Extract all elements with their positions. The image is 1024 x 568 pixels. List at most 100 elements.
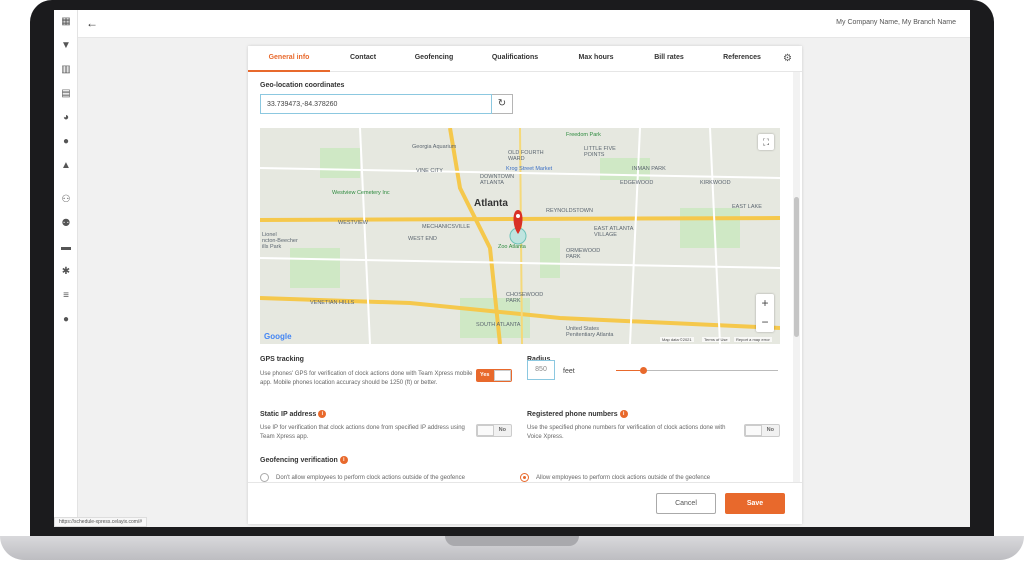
- toggle-knob: [494, 370, 511, 381]
- map[interactable]: Atlanta Georgia Aquarium Freedom Park LI…: [260, 128, 780, 344]
- tab-bill-rates[interactable]: Bill rates: [644, 54, 694, 61]
- map-label-krog: Krog Street Market: [506, 166, 553, 172]
- clipboard-icon[interactable]: ▤: [60, 88, 72, 100]
- static-ip-label-text: Static IP address: [260, 410, 317, 418]
- tab-references[interactable]: References: [714, 54, 770, 61]
- static-ip-toggle[interactable]: No: [476, 424, 512, 437]
- map-label-westview: WESTVIEW: [338, 220, 368, 226]
- phones-description: Use the specified phone numbers for veri…: [527, 425, 726, 440]
- map-label-atlanta: Atlanta: [474, 198, 508, 209]
- toggle-knob: [477, 425, 494, 436]
- list-icon[interactable]: ≡: [60, 290, 72, 302]
- gps-description: Use phones' GPS for verification of cloc…: [260, 371, 473, 386]
- tab-general-info[interactable]: General info: [248, 54, 330, 61]
- map-label-mechanicsville: MECHANICSVILLE: [422, 224, 470, 230]
- info-icon[interactable]: i: [318, 410, 327, 418]
- toggle-knob: [745, 425, 762, 436]
- map-label-little-five-points: LITTLE FIVE POINTS: [584, 146, 616, 158]
- refresh-icon: ↻: [497, 98, 507, 109]
- map-label-penitentiary: United States Penitentiary Atlanta: [566, 326, 614, 338]
- settings-icon[interactable]: ✱: [60, 266, 72, 278]
- briefcase-icon[interactable]: ▬: [60, 242, 72, 254]
- geofence-option-disallow[interactable]: [260, 473, 269, 482]
- google-logo: Google: [264, 332, 292, 341]
- map-label-old-fourth-ward: OLD FOURTH WARD: [508, 150, 544, 162]
- map-label-georgia-aquarium: Georgia Aquarium: [412, 144, 457, 150]
- geofence-label: Geofencing verification i: [260, 456, 348, 464]
- map-label-kirkwood: KIRKWOOD: [700, 180, 731, 186]
- laptop-notch: [445, 536, 579, 546]
- pie-chart-icon[interactable]: ◕: [60, 112, 72, 124]
- info-icon[interactable]: i: [339, 456, 348, 464]
- topbar: ← My Company Name, My Branch Name: [78, 10, 970, 38]
- status-bar-url: https://schedule-xpress.celayix.com/#: [54, 517, 148, 527]
- map-label-south-atlanta: SOUTH ATLANTA: [476, 322, 521, 328]
- geofence-label-text: Geofencing verification: [260, 456, 338, 464]
- tab-geofencing[interactable]: Geofencing: [406, 54, 462, 61]
- tab-qualifications[interactable]: Qualifications: [484, 54, 546, 61]
- footer-divider: [248, 482, 802, 483]
- gps-label: GPS tracking: [260, 356, 304, 363]
- refresh-button[interactable]: ↻: [492, 94, 513, 114]
- static-ip-label: Static IP address i: [260, 410, 327, 418]
- gear-icon[interactable]: ⚙: [783, 53, 792, 64]
- bar-chart-icon[interactable]: ▥: [60, 64, 72, 76]
- map-report-link[interactable]: Report a map error: [734, 337, 772, 342]
- phones-toggle[interactable]: No: [744, 424, 780, 437]
- map-data-credit: Map data ©2021: [660, 337, 694, 342]
- map-label-venetian-hills: VENETIAN HILLS: [310, 300, 355, 306]
- user-location-icon[interactable]: ⚉: [60, 218, 72, 230]
- bell-icon[interactable]: ▲: [60, 160, 72, 172]
- app-screen: ▦ ▼ ▥ ▤ ◕ ● ▲ ⚇ ⚉ ▬ ✱ ≡ ● ← My Company N…: [54, 10, 970, 527]
- grid-icon[interactable]: ▦: [60, 16, 72, 28]
- info-icon[interactable]: i: [619, 410, 628, 418]
- radius-input[interactable]: 850: [527, 360, 555, 380]
- map-label-ormewood: ORMEWOOD PARK: [566, 248, 601, 260]
- active-tab-indicator: [248, 70, 330, 72]
- phones-toggle-label: No: [766, 427, 774, 433]
- company-name: My Company Name, My Branch Name: [836, 19, 956, 26]
- map-label-reynoldstown: REYNOLDSTOWN: [546, 208, 593, 214]
- tab-contact[interactable]: Contact: [338, 54, 388, 61]
- map-label-zoo-atlanta: Zoo Atlanta: [498, 244, 526, 250]
- sidebar: ▦ ▼ ▥ ▤ ◕ ● ▲ ⚇ ⚉ ▬ ✱ ≡ ●: [54, 10, 78, 527]
- map-label-lionel: Lionel ncton-Beecher ills Park: [262, 232, 298, 250]
- map-label-westview-cemetery: Westview Cemetery Inc: [332, 190, 390, 196]
- static-ip-toggle-label: No: [498, 427, 506, 433]
- tab-bar: General info Contact Geofencing Qualific…: [248, 46, 802, 72]
- map-label-chosewood: CHOSEWOOD PARK: [506, 292, 544, 304]
- zoom-control: + −: [756, 294, 774, 332]
- details-panel: General info Contact Geofencing Qualific…: [248, 46, 802, 524]
- map-label-west-end: WEST END: [408, 236, 437, 242]
- gps-toggle-label: Yes: [480, 372, 490, 378]
- cancel-button[interactable]: Cancel: [656, 493, 716, 514]
- scroll-thumb[interactable]: [794, 197, 799, 337]
- gps-toggle[interactable]: Yes: [476, 369, 512, 382]
- tab-max-hours[interactable]: Max hours: [570, 54, 622, 61]
- zoom-in-button[interactable]: +: [756, 294, 774, 313]
- phones-label-text: Registered phone numbers: [527, 410, 618, 418]
- radius-slider-fill: [616, 370, 641, 371]
- users-icon[interactable]: ⚇: [60, 194, 72, 206]
- radius-slider-knob[interactable]: [640, 367, 647, 374]
- scrollbar[interactable]: [793, 72, 800, 482]
- chat-icon[interactable]: ●: [60, 136, 72, 148]
- fullscreen-icon: ⛶: [762, 137, 770, 147]
- radius-unit: feet: [563, 368, 575, 375]
- coordinates-input[interactable]: 33.739473,-84.378260: [260, 94, 492, 114]
- phones-label: Registered phone numbers i: [527, 410, 628, 418]
- geo-label: Geo-location coordinates: [260, 82, 345, 89]
- filter-icon[interactable]: ▼: [60, 40, 72, 52]
- map-label-inman-park: INMAN PARK: [632, 166, 666, 172]
- map-terms-link[interactable]: Terms of Use: [702, 337, 730, 342]
- zoom-out-button[interactable]: −: [756, 313, 774, 332]
- map-label-vine-city: VINE CITY: [416, 168, 443, 174]
- geofence-option-allow[interactable]: [520, 473, 529, 482]
- save-button[interactable]: Save: [725, 493, 785, 514]
- map-label-edgewood: EDGEWOOD: [620, 180, 654, 186]
- map-label-east-atlanta: EAST ATLANTA VILLAGE: [594, 226, 634, 238]
- static-ip-description: Use IP for verification that clock actio…: [260, 425, 465, 440]
- person-icon[interactable]: ●: [60, 314, 72, 326]
- back-arrow-icon[interactable]: ←: [86, 16, 98, 30]
- fullscreen-button[interactable]: ⛶: [758, 134, 774, 150]
